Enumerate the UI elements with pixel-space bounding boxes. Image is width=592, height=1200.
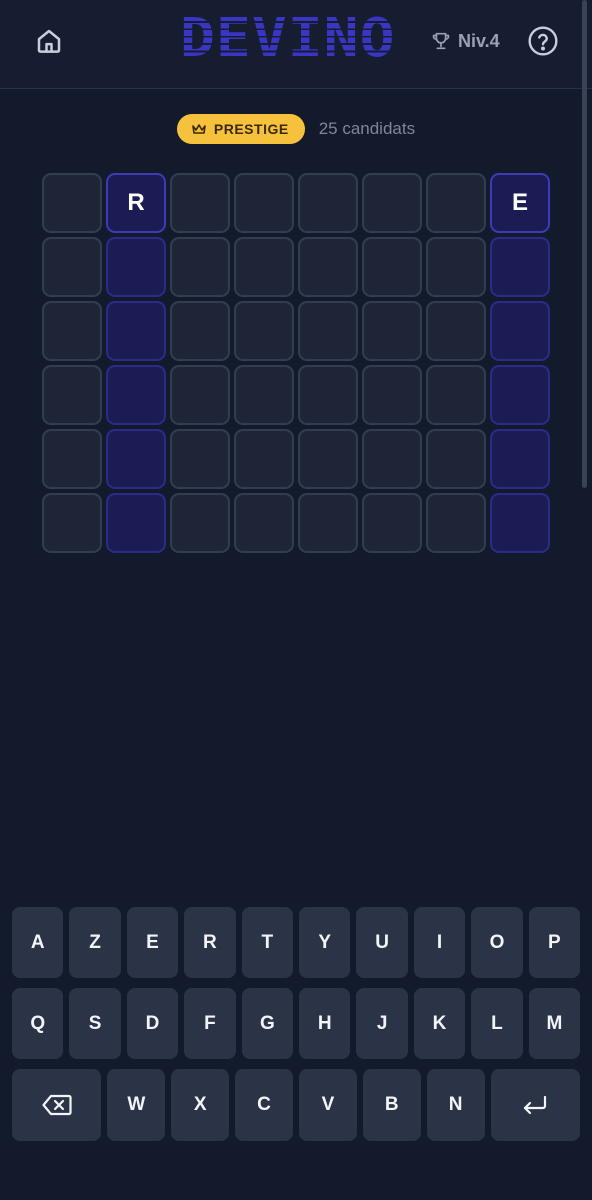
grid-cell: [298, 365, 358, 425]
key-p[interactable]: P: [528, 907, 581, 978]
backspace-key[interactable]: [12, 1069, 102, 1141]
key-l[interactable]: L: [471, 988, 523, 1059]
grid-cell: [298, 301, 358, 361]
grid-cell: [170, 301, 230, 361]
key-e[interactable]: E: [126, 907, 179, 978]
level-indicator[interactable]: Niv.4: [430, 27, 500, 55]
grid-cell: [298, 237, 358, 297]
grid-cell: [426, 301, 486, 361]
help-circle-icon: [528, 26, 558, 56]
grid-cell: [42, 237, 102, 297]
key-c[interactable]: C: [235, 1069, 293, 1141]
key-i[interactable]: I: [413, 907, 466, 978]
grid-cell: [234, 365, 294, 425]
key-j[interactable]: J: [356, 988, 408, 1059]
grid-cell: [362, 493, 422, 553]
grid-cell: [298, 493, 358, 553]
grid-cell: [362, 301, 422, 361]
grid-cell: [490, 365, 550, 425]
grid-cell: [234, 301, 294, 361]
key-o[interactable]: O: [471, 907, 523, 978]
grid-cell: [170, 237, 230, 297]
key-m[interactable]: M: [528, 988, 581, 1059]
grid-cell: [426, 237, 486, 297]
prestige-badge: PRESTIGE: [176, 114, 305, 144]
scrollbar[interactable]: [582, 0, 587, 488]
grid-cell: [490, 301, 550, 361]
level-label: Niv.4: [458, 30, 500, 51]
key-f[interactable]: F: [184, 988, 236, 1059]
keyboard-row: WXCVBN: [12, 1069, 580, 1141]
grid-cell: [170, 429, 230, 489]
key-k[interactable]: K: [413, 988, 466, 1059]
grid-cell: [106, 237, 166, 297]
grid-cell: [42, 365, 102, 425]
home-button[interactable]: [30, 22, 68, 60]
grid-cell: [426, 429, 486, 489]
key-h[interactable]: H: [299, 988, 351, 1059]
key-b[interactable]: B: [362, 1069, 421, 1141]
grid-cell: [106, 365, 166, 425]
key-a[interactable]: A: [12, 907, 64, 978]
grid-cell: [42, 429, 102, 489]
grid-cell: [42, 173, 102, 233]
grid-cell: R: [106, 173, 166, 233]
key-w[interactable]: W: [107, 1069, 166, 1141]
backspace-icon: [42, 1094, 72, 1116]
grid-cell: [234, 429, 294, 489]
top-bar: DEVINO Niv.4: [0, 0, 592, 89]
crown-icon: [192, 124, 206, 134]
grid-cell: [106, 429, 166, 489]
game-status: PRESTIGE 25 candidats: [0, 113, 592, 145]
trophy-icon: [432, 32, 450, 50]
grid-cell: [298, 429, 358, 489]
key-y[interactable]: Y: [299, 907, 351, 978]
keyboard-row: AZERTYUIOP: [12, 907, 581, 978]
app-logo: DEVINO: [180, 10, 412, 70]
grid-cell: [170, 365, 230, 425]
keyboard: AZERTYUIOP QSDFGHJKLM WXCVBN: [12, 907, 581, 1151]
guess-grid: RE: [42, 173, 550, 553]
grid-cell: [234, 237, 294, 297]
key-u[interactable]: U: [356, 907, 408, 978]
keyboard-row: QSDFGHJKLM: [12, 988, 581, 1059]
key-z[interactable]: Z: [69, 907, 121, 978]
grid-cell: [490, 493, 550, 553]
key-s[interactable]: S: [69, 988, 121, 1059]
key-r[interactable]: R: [184, 907, 236, 978]
grid-cell: E: [490, 173, 550, 233]
key-x[interactable]: X: [171, 1069, 230, 1141]
badge-label: PRESTIGE: [213, 121, 289, 137]
app-title: DEVINO: [180, 6, 396, 69]
grid-cell: [362, 173, 422, 233]
enter-key[interactable]: [490, 1069, 580, 1141]
grid-cell: [106, 493, 166, 553]
grid-cell: [170, 493, 230, 553]
grid-cell: [362, 429, 422, 489]
key-d[interactable]: D: [126, 988, 179, 1059]
key-n[interactable]: N: [426, 1069, 485, 1141]
grid-cell: [426, 365, 486, 425]
grid-cell: [426, 493, 486, 553]
grid-cell: [170, 173, 230, 233]
grid-cell: [490, 237, 550, 297]
grid-cell: [298, 173, 358, 233]
candidates-count: 25 candidats: [318, 119, 416, 138]
grid-cell: [42, 493, 102, 553]
home-icon: [37, 29, 61, 53]
grid-cell: [490, 429, 550, 489]
grid-cell: [362, 237, 422, 297]
key-g[interactable]: G: [241, 988, 294, 1059]
key-q[interactable]: Q: [12, 988, 64, 1059]
grid-cell: [362, 365, 422, 425]
enter-icon: [524, 1095, 547, 1115]
key-v[interactable]: V: [298, 1069, 357, 1141]
help-button[interactable]: [524, 22, 562, 60]
key-t[interactable]: T: [241, 907, 294, 978]
grid-cell: [234, 173, 294, 233]
grid-cell: [234, 493, 294, 553]
grid-cell: [42, 301, 102, 361]
grid-cell: [426, 173, 486, 233]
grid-cell: [106, 301, 166, 361]
